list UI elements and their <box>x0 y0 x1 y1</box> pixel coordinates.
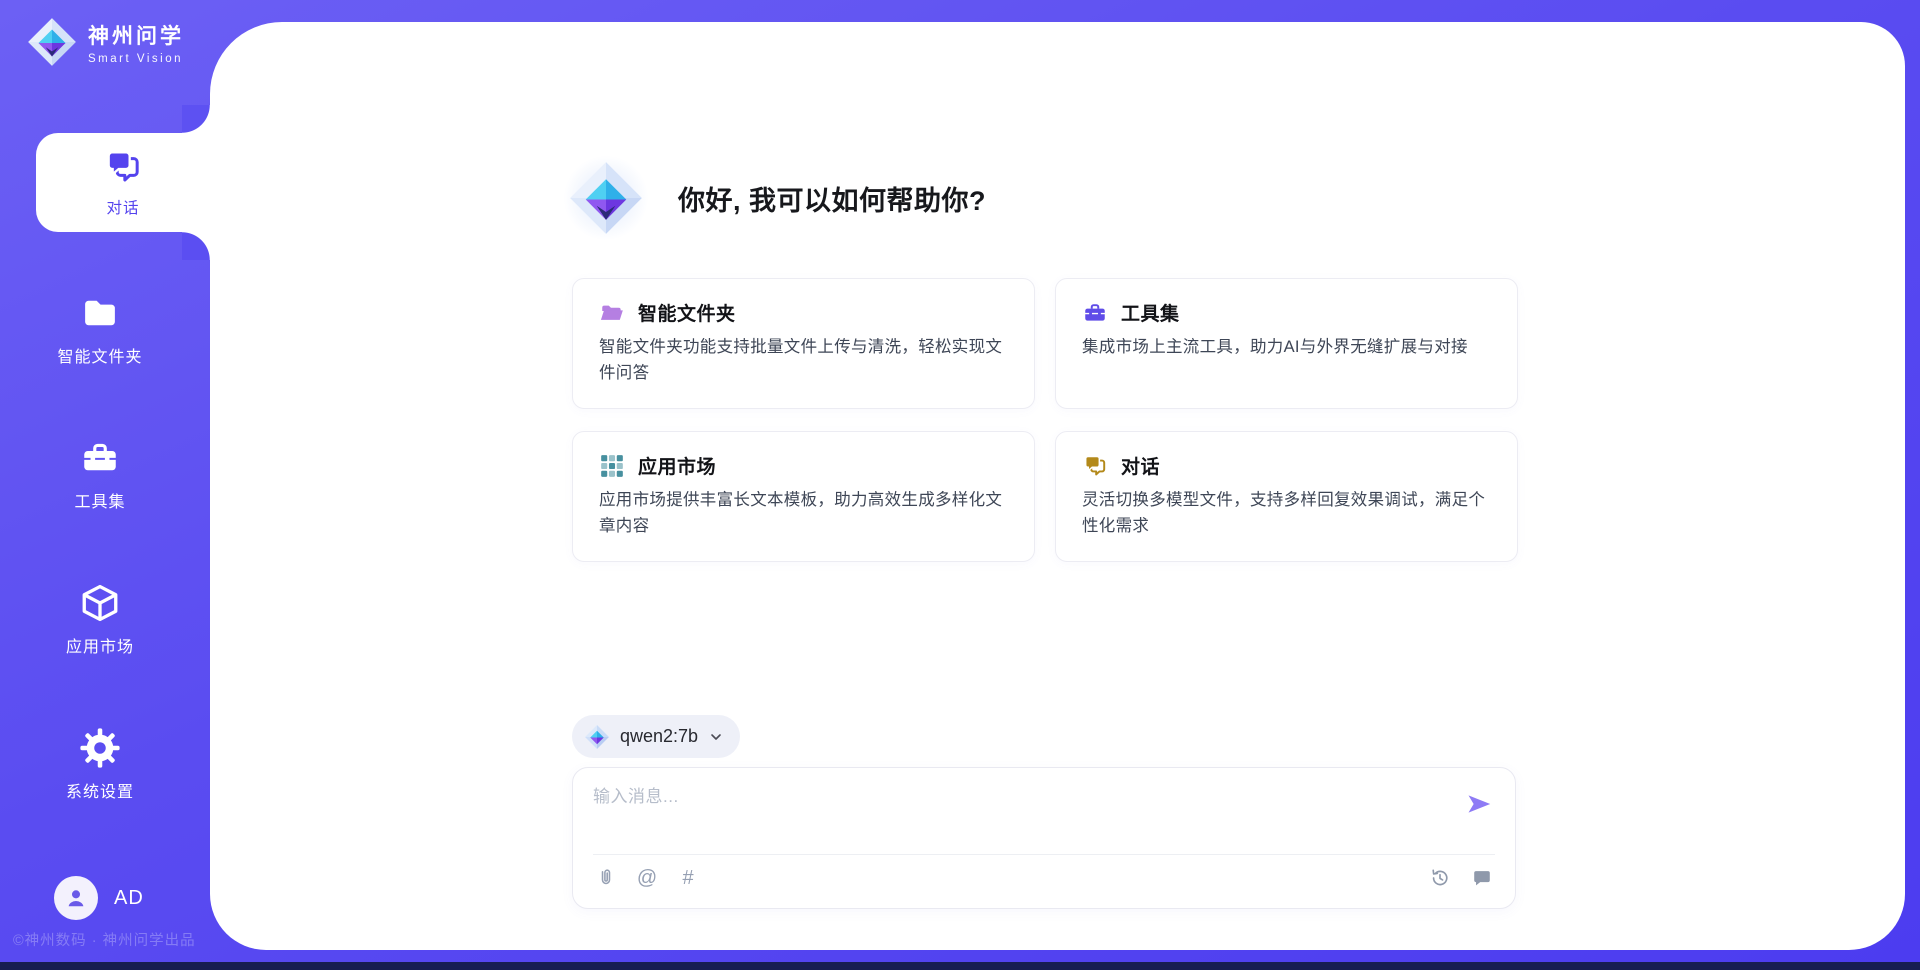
greeting: 你好, 我可以如何帮助你? <box>562 154 986 242</box>
brand-diamond-icon <box>584 724 610 750</box>
chat-bubbles-icon <box>103 147 143 187</box>
user-menu[interactable]: AD <box>54 876 144 920</box>
cube-icon <box>79 582 121 624</box>
hashtag-button[interactable]: # <box>675 865 701 891</box>
chevron-down-icon <box>708 729 724 745</box>
toolbox-icon <box>79 437 121 479</box>
chat-bubbles-icon <box>1082 453 1108 479</box>
sidebar-item-label: 系统设置 <box>66 778 134 802</box>
feature-cards: 智能文件夹 智能文件夹功能支持批量文件上传与清洗，轻松实现文件问答 工具集 集成… <box>572 278 1518 562</box>
card-description: 灵活切换多模型文件，支持多样回复效果调试，满足个性化需求 <box>1082 488 1491 539</box>
model-selector[interactable]: qwen2:7b <box>572 715 740 758</box>
chat-bubble-icon <box>1471 867 1493 889</box>
main-panel: 你好, 我可以如何帮助你? 智能文件夹 智能文件夹功能支持批量文件上传与清洗，轻… <box>210 22 1905 950</box>
brand-diamond-icon <box>562 154 650 242</box>
card-description: 应用市场提供丰富长文本模板，助力高效生成多样化文章内容 <box>599 488 1008 539</box>
toolbox-icon <box>1082 300 1108 326</box>
sidebar-item-label: 应用市场 <box>66 633 134 657</box>
folder-icon <box>79 292 121 334</box>
history-button[interactable] <box>1427 865 1453 891</box>
sidebar: 神州问学 Smart Vision 对话 智能文件夹 <box>0 0 210 970</box>
gear-icon <box>79 727 121 769</box>
composer-divider <box>593 854 1495 855</box>
card-toolset[interactable]: 工具集 集成市场上主流工具，助力AI与外界无缝扩展与对接 <box>1055 278 1518 409</box>
paperclip-icon <box>595 867 617 889</box>
brand-subtitle: Smart Vision <box>88 53 184 65</box>
send-button[interactable] <box>1465 790 1493 818</box>
sidebar-item-settings[interactable]: 系统设置 <box>0 727 200 802</box>
sidebar-item-label: 工具集 <box>74 488 125 512</box>
user-initials: AD <box>114 887 144 910</box>
sidebar-footer: ©神州数码 · 神州问学出品 <box>13 929 196 950</box>
history-clock-icon <box>1429 867 1451 889</box>
message-input[interactable] <box>593 782 1433 844</box>
card-chat[interactable]: 对话 灵活切换多模型文件，支持多样回复效果调试，满足个性化需求 <box>1055 431 1518 562</box>
card-description: 集成市场上主流工具，助力AI与外界无缝扩展与对接 <box>1082 335 1491 361</box>
conversation-button[interactable] <box>1469 865 1495 891</box>
card-title: 工具集 <box>1121 299 1180 326</box>
sidebar-item-label: 对话 <box>106 196 139 218</box>
composer-toolbar: @ # <box>593 865 701 891</box>
brand-logo: 神州问学 Smart Vision <box>26 16 184 68</box>
sidebar-item-app-market[interactable]: 应用市场 <box>0 582 200 657</box>
avatar <box>54 876 98 920</box>
brand-diamond-icon <box>26 16 78 68</box>
grid-icon <box>599 453 625 479</box>
attach-file-button[interactable] <box>593 865 619 891</box>
person-icon <box>63 885 89 911</box>
card-title: 智能文件夹 <box>638 299 736 326</box>
brand-name: 神州问学 <box>88 20 184 50</box>
sidebar-item-chat[interactable]: 对话 <box>36 133 210 232</box>
sidebar-item-smart-folder[interactable]: 智能文件夹 <box>0 292 200 367</box>
card-smart-folder[interactable]: 智能文件夹 智能文件夹功能支持批量文件上传与清洗，轻松实现文件问答 <box>572 278 1035 409</box>
tab-fillet-bottom <box>182 232 210 260</box>
card-title: 应用市场 <box>638 452 716 479</box>
mention-button[interactable]: @ <box>634 865 660 891</box>
sidebar-item-label: 智能文件夹 <box>57 343 142 367</box>
send-icon <box>1465 790 1493 818</box>
message-composer: @ # <box>572 767 1516 909</box>
bottom-strip <box>0 962 1920 970</box>
composer-toolbar-right <box>1427 865 1495 891</box>
greeting-text: 你好, 我可以如何帮助你? <box>678 179 986 218</box>
sidebar-item-toolset[interactable]: 工具集 <box>0 437 200 512</box>
card-app-market[interactable]: 应用市场 应用市场提供丰富长文本模板，助力高效生成多样化文章内容 <box>572 431 1035 562</box>
folder-open-icon <box>599 300 625 326</box>
card-title: 对话 <box>1121 452 1160 479</box>
model-name: qwen2:7b <box>620 726 698 747</box>
tab-fillet-top <box>182 105 210 133</box>
card-description: 智能文件夹功能支持批量文件上传与清洗，轻松实现文件问答 <box>599 335 1008 386</box>
